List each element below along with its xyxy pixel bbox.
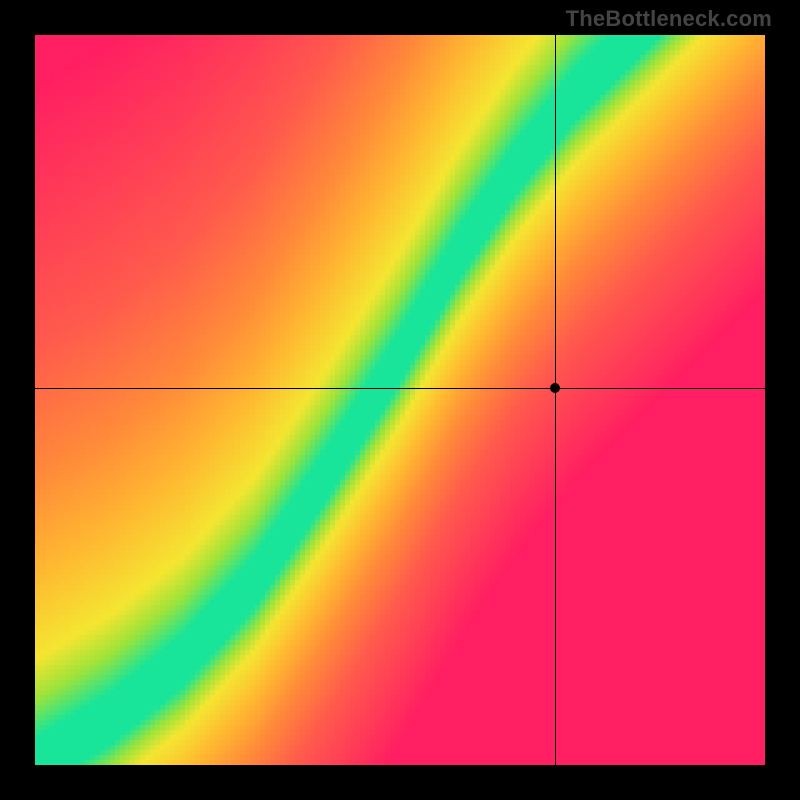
crosshair-vertical [555, 35, 556, 765]
heatmap-plot [35, 35, 765, 765]
watermark-text: TheBottleneck.com [566, 6, 772, 32]
heatmap-canvas [35, 35, 765, 765]
crosshair-marker [550, 383, 560, 393]
crosshair-horizontal [35, 388, 765, 389]
